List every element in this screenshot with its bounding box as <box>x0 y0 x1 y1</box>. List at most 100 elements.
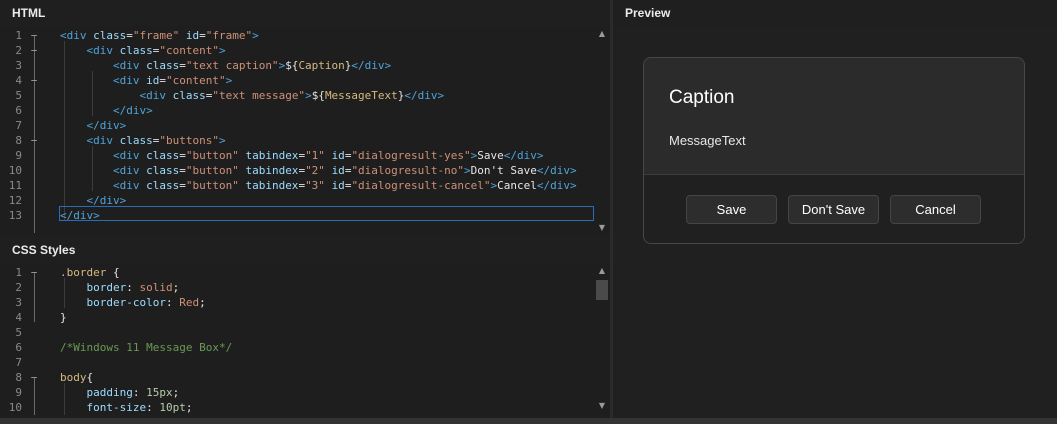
code-token: class <box>146 164 180 177</box>
code-token: id <box>331 149 345 162</box>
code-line[interactable]: 7 </div> <box>0 118 594 133</box>
code-line[interactable]: 11 <div class="button" tabindex="3" id="… <box>0 178 594 193</box>
code-token: "buttons" <box>159 134 219 147</box>
html-pane-title: HTML <box>12 6 46 20</box>
code-line[interactable]: 1− <div class="frame" id="frame"> <box>0 28 594 43</box>
code-token: = <box>126 29 133 42</box>
code-token: > <box>218 134 226 147</box>
cancel-button[interactable]: Cancel <box>890 195 981 224</box>
code-line[interactable]: 8− <div class="buttons"> <box>0 133 594 148</box>
code-token: ; <box>172 281 180 294</box>
code-line[interactable]: 4} <box>0 310 594 325</box>
code-token: </div> <box>404 89 445 102</box>
code-line[interactable]: 13 </div> <box>0 208 594 223</box>
code-line[interactable]: 6 /*Windows 11 Message Box*/ <box>0 340 594 355</box>
code-token: "1" <box>305 149 325 162</box>
code-line[interactable]: 8− body{ <box>0 370 594 385</box>
code-text: </div> <box>60 193 126 208</box>
line-number: 12 <box>8 194 22 207</box>
code-token: id <box>331 179 345 192</box>
line-number: 7 <box>15 356 22 369</box>
code-token: = <box>179 179 186 192</box>
code-token: "dialogresult-cancel" <box>351 179 491 192</box>
code-token: tabindex <box>245 179 299 192</box>
code-line[interactable]: 9 padding: 15px; <box>0 385 594 400</box>
code-token: id <box>146 74 160 87</box>
code-line[interactable]: 9 <div class="button" tabindex="1" id="d… <box>0 148 594 163</box>
code-line[interactable]: 3 <div class="text caption">${Caption}</… <box>0 58 594 73</box>
code-token: > <box>225 74 233 87</box>
line-number: 9 <box>15 386 22 399</box>
code-line[interactable]: 10 <div class="button" tabindex="2" id="… <box>0 163 594 178</box>
code-token: </div> <box>503 149 544 162</box>
code-token: Red <box>179 296 200 309</box>
line-number: 10 <box>8 164 22 177</box>
code-line[interactable]: 5 <box>0 325 594 340</box>
code-text: <div class="text message">${MessageText}… <box>60 88 444 103</box>
line-number: 11 <box>8 179 22 192</box>
css-scrollbar[interactable]: ▲ ▼ <box>594 263 610 415</box>
code-token: id <box>331 164 345 177</box>
code-line[interactable]: 1− .border { <box>0 265 594 280</box>
code-token: "frame" <box>205 29 253 42</box>
code-token: <div <box>60 134 120 147</box>
code-token: "text caption" <box>185 59 279 72</box>
code-text: <div id="content"> <box>60 73 232 88</box>
fold-toggle-icon[interactable]: − <box>30 28 38 43</box>
code-line[interactable]: 3 border-color: Red; <box>0 295 594 310</box>
html-editor[interactable]: ▲ ▼ 1− <div class="frame" id="frame"> 2− <… <box>0 26 610 236</box>
code-token: > <box>464 164 471 177</box>
triangle-up-icon[interactable]: ▲ <box>594 265 610 277</box>
code-token: body <box>60 371 87 384</box>
fold-toggle-icon[interactable]: − <box>30 133 38 148</box>
code-line[interactable]: 7 <box>0 355 594 370</box>
code-line[interactable]: 6 </div> <box>0 103 594 118</box>
code-text: <div class="button" tabindex="3" id="dia… <box>60 178 577 193</box>
code-token: <div <box>60 59 147 72</box>
save-button[interactable]: Save <box>686 195 777 224</box>
code-token: <div <box>60 74 147 87</box>
code-token: <div <box>60 44 120 57</box>
code-token: </div> <box>351 59 392 72</box>
code-token: "button" <box>185 164 239 177</box>
code-text: </div> <box>60 118 126 133</box>
triangle-down-icon[interactable]: ▼ <box>594 222 610 234</box>
fold-toggle-icon[interactable]: − <box>30 73 38 88</box>
code-token: ${ <box>311 89 325 102</box>
triangle-up-icon[interactable]: ▲ <box>594 28 610 40</box>
code-text: } <box>60 310 67 325</box>
code-text: <div class="content"> <box>60 43 225 58</box>
code-line[interactable]: 4− <div id="content"> <box>0 73 594 88</box>
line-number: 8 <box>15 371 22 384</box>
code-line[interactable]: 10 font-size: 10pt; <box>0 400 594 415</box>
code-token: class <box>119 134 153 147</box>
code-token: class <box>146 179 180 192</box>
line-number: 13 <box>8 209 22 222</box>
code-line[interactable]: 2 border: solid; <box>0 280 594 295</box>
code-text: .border { <box>60 265 120 280</box>
code-token: class <box>172 89 206 102</box>
line-number: 7 <box>15 119 22 132</box>
code-token: 15px <box>146 386 173 399</box>
fold-toggle-icon[interactable]: − <box>30 370 38 385</box>
code-line[interactable]: 12 </div> <box>0 193 594 208</box>
line-number: 3 <box>15 59 22 72</box>
code-token: </div> <box>60 104 153 117</box>
code-token: ${ <box>285 59 299 72</box>
triangle-down-icon[interactable]: ▼ <box>594 400 610 412</box>
code-text: <div class="button" tabindex="1" id="dia… <box>60 148 544 163</box>
dont-save-button[interactable]: Don't Save <box>788 195 879 224</box>
fold-toggle-icon[interactable]: − <box>30 265 38 280</box>
code-line[interactable]: 2− <div class="content"> <box>0 43 594 58</box>
line-number: 9 <box>15 149 22 162</box>
code-text: font-size: 10pt; <box>60 400 192 415</box>
code-token: id <box>185 29 200 42</box>
css-editor[interactable]: ▲ ▼ 1− .border {2 border: solid; 3 border-… <box>0 263 610 415</box>
code-line[interactable]: 5 <div class="text message">${MessageTex… <box>0 88 594 103</box>
code-token: : <box>146 401 160 414</box>
fold-toggle-icon[interactable]: − <box>30 43 38 58</box>
html-scrollbar[interactable]: ▲ ▼ <box>594 26 610 236</box>
scrollbar-thumb[interactable] <box>596 280 608 300</box>
code-token: "frame" <box>132 29 180 42</box>
